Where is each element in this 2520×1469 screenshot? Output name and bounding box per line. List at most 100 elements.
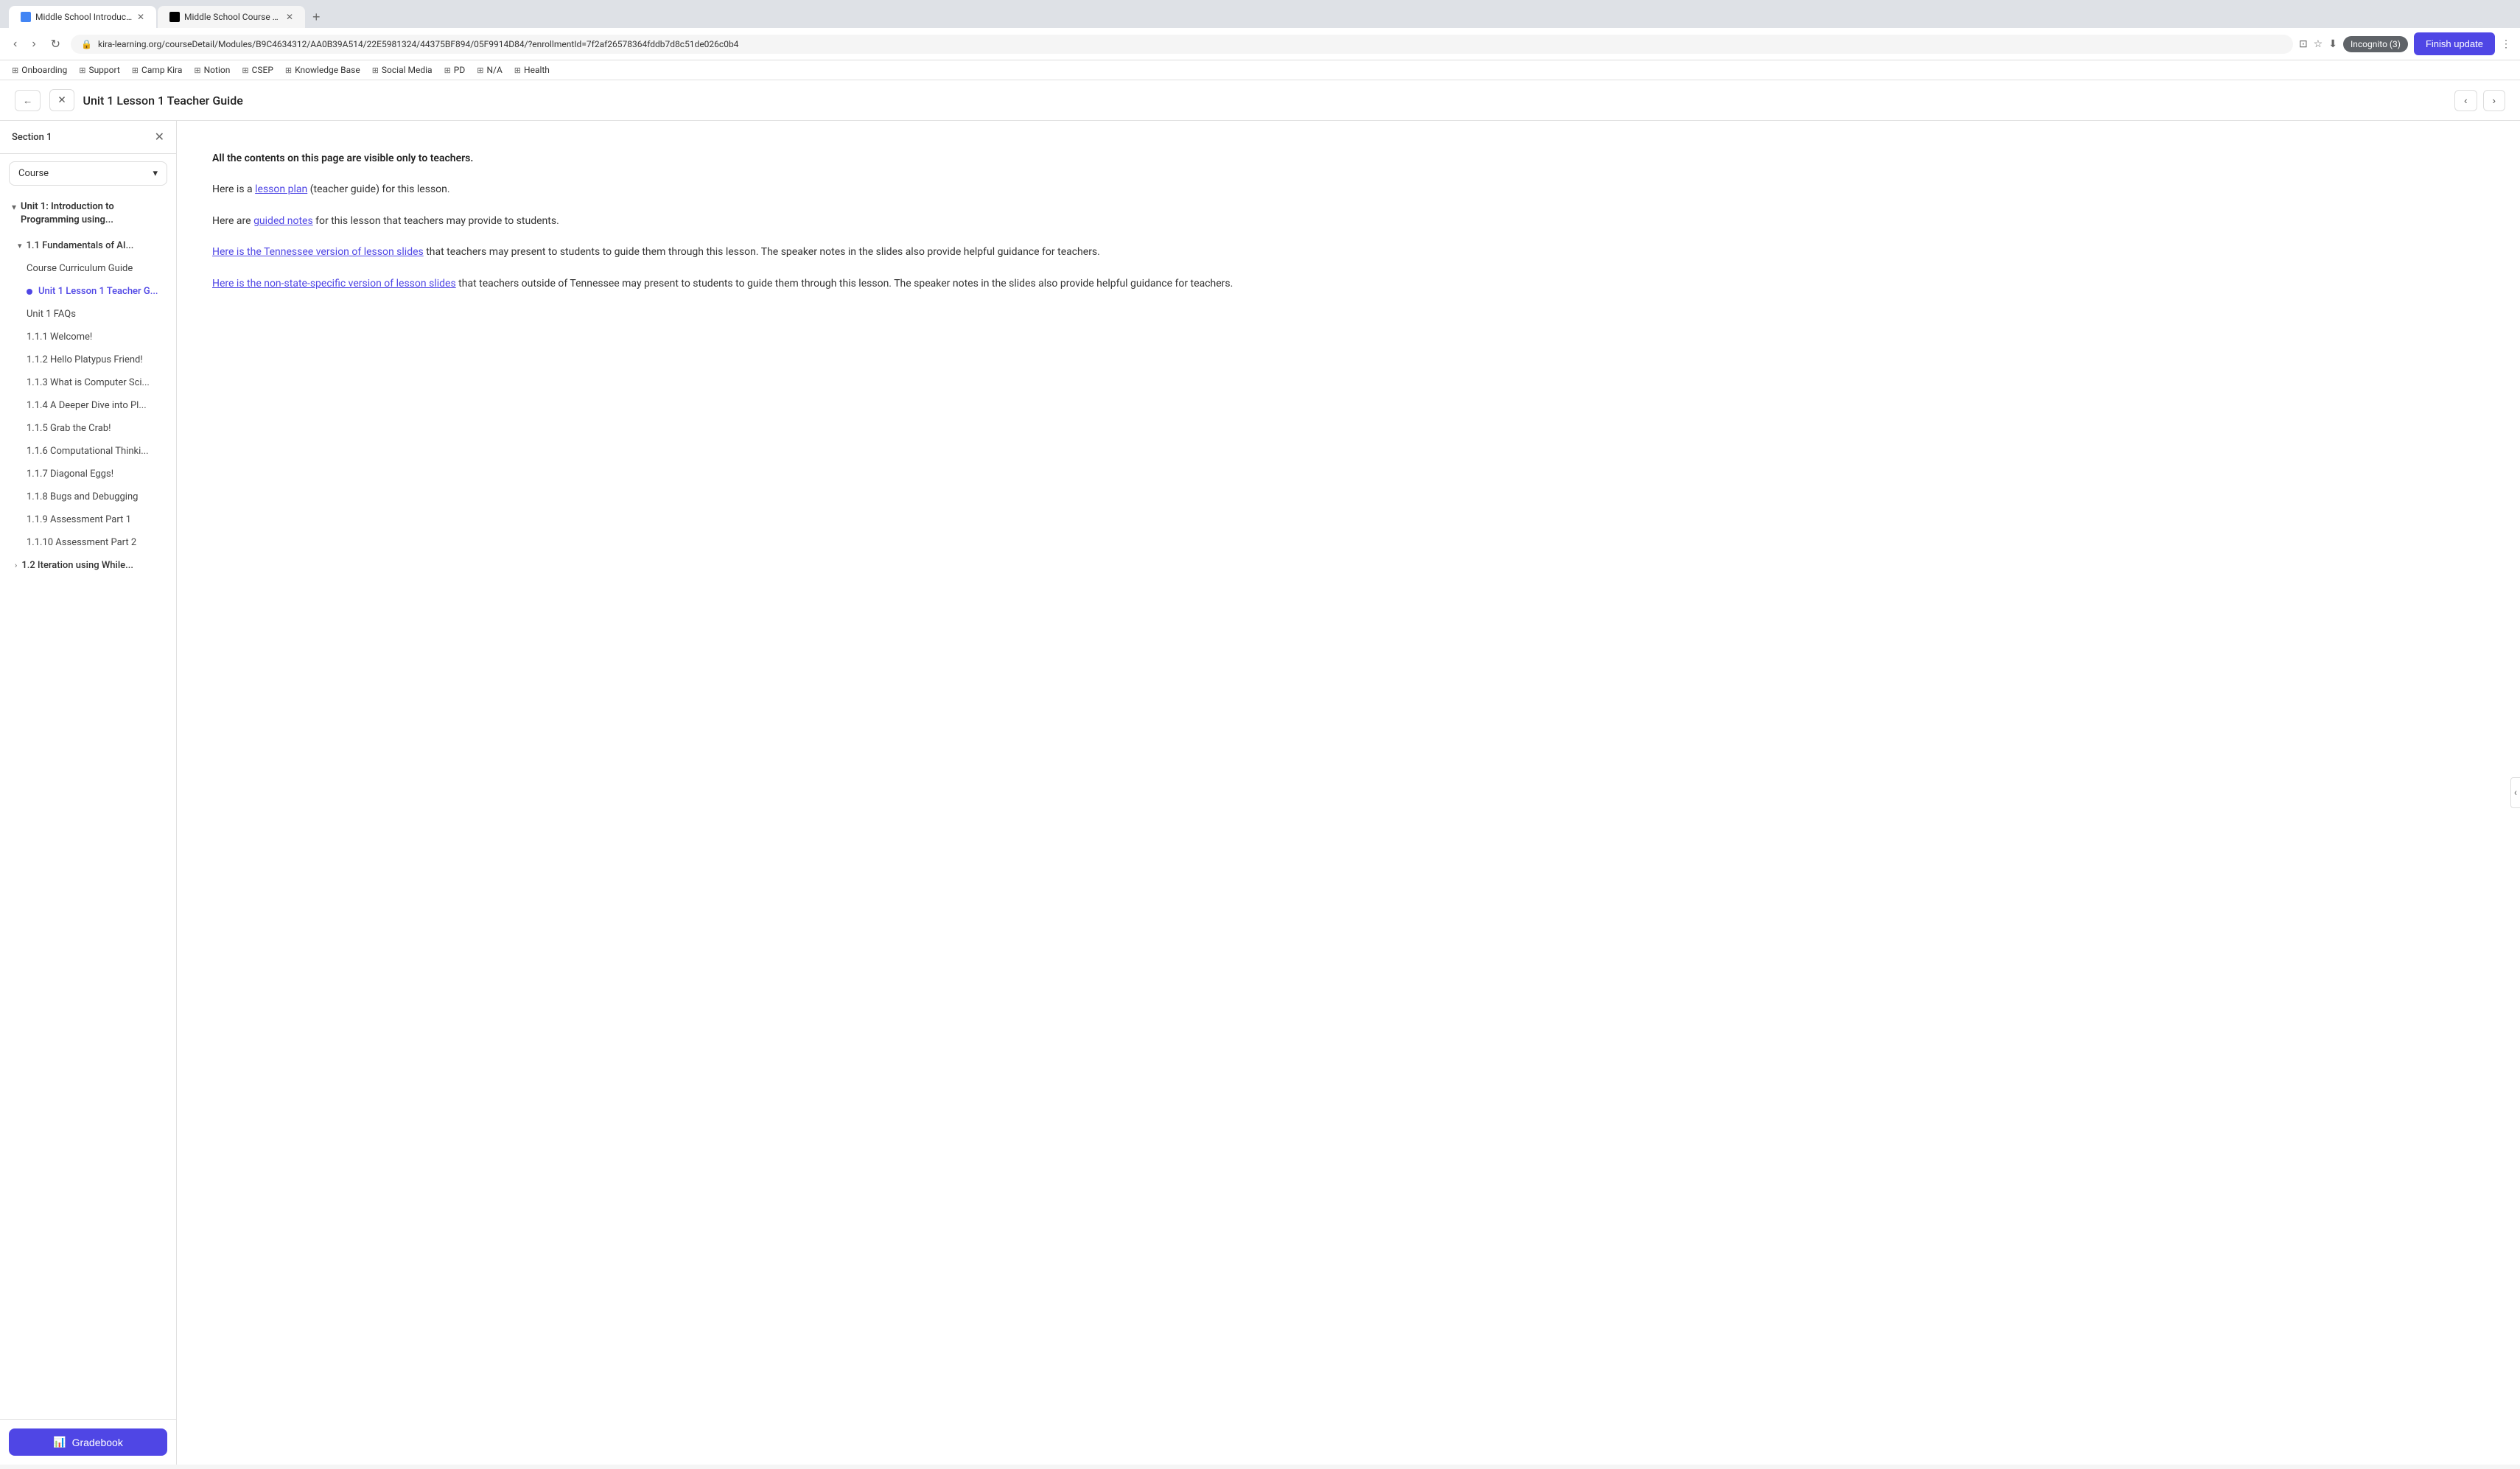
bookmark-icon-knowledge-base: ⊞ bbox=[285, 66, 292, 75]
gradebook-label: Gradebook bbox=[72, 1437, 123, 1448]
toolbar-left: ← ✕ Unit 1 Lesson 1 Teacher Guide bbox=[15, 89, 243, 111]
bookmark-support[interactable]: ⊞ Support bbox=[79, 65, 120, 75]
nav-item-1-1-10[interactable]: 1.1.10 Assessment Part 2 bbox=[0, 531, 176, 554]
nav-item-faqs[interactable]: Unit 1 FAQs bbox=[0, 303, 176, 326]
nav-item-1-1-6[interactable]: 1.1.6 Computational Thinki... bbox=[0, 440, 176, 463]
forward-button[interactable]: › bbox=[27, 36, 40, 52]
content-area: All the contents on this page are visibl… bbox=[177, 121, 2520, 1465]
nav-item-1-1-8[interactable]: 1.1.8 Bugs and Debugging bbox=[0, 485, 176, 508]
url-bar[interactable]: 🔒 kira-learning.org/courseDetail/Modules… bbox=[71, 35, 2293, 54]
nav-item-1-1-5[interactable]: 1.1.5 Grab the Crab! bbox=[0, 417, 176, 440]
bookmark-knowledge-base[interactable]: ⊞ Knowledge Base bbox=[285, 65, 360, 75]
new-tab-button[interactable]: + bbox=[307, 7, 326, 28]
nav-item-1-1-10-label: 1.1.10 Assessment Part 2 bbox=[27, 537, 136, 548]
nav-item-1-1-7-label: 1.1.7 Diagonal Eggs! bbox=[27, 469, 113, 480]
bookmark-label-social-media: Social Media bbox=[382, 65, 433, 75]
non-state-slides-link[interactable]: Here is the non-state-specific version o… bbox=[212, 278, 456, 290]
nav-item-1-1-5-label: 1.1.5 Grab the Crab! bbox=[27, 423, 111, 434]
guided-notes-link[interactable]: guided notes bbox=[253, 215, 313, 227]
nav-item-1-1-6-label: 1.1.6 Computational Thinki... bbox=[27, 446, 149, 457]
more-menu-icon[interactable]: ⋮ bbox=[2501, 38, 2511, 50]
nav-item-1-1-2-label: 1.1.2 Hello Platypus Friend! bbox=[27, 354, 143, 365]
bookmark-onboarding[interactable]: ⊞ Onboarding bbox=[12, 65, 67, 75]
gradebook-icon: 📊 bbox=[53, 1436, 66, 1448]
bookmark-label-camp-kira: Camp Kira bbox=[141, 65, 182, 75]
nav-item-teacher-guide[interactable]: Unit 1 Lesson 1 Teacher G... bbox=[0, 280, 176, 303]
bookmark-social-media[interactable]: ⊞ Social Media bbox=[372, 65, 433, 75]
lesson-plan-link[interactable]: lesson plan bbox=[255, 183, 307, 195]
nav-item-curriculum[interactable]: Course Curriculum Guide bbox=[0, 257, 176, 280]
close-nav-button[interactable]: ✕ bbox=[49, 89, 74, 111]
teacher-notice: All the contents on this page are visibl… bbox=[212, 152, 473, 164]
bookmark-icon-na: ⊞ bbox=[477, 66, 483, 75]
subunit-1-2-header[interactable]: › 1.2 Iteration using While... bbox=[0, 554, 176, 577]
course-dropdown[interactable]: Course ▾ bbox=[9, 161, 167, 186]
back-nav-button[interactable]: ← bbox=[15, 90, 41, 111]
bookmark-label-csep: CSEP bbox=[252, 65, 273, 75]
sidebar: Section 1 ✕ Course ▾ ▾ Unit 1: Introduct… bbox=[0, 121, 177, 1465]
bookmark-icon-camp-kira: ⊞ bbox=[132, 66, 139, 75]
bookmark-camp-kira[interactable]: ⊞ Camp Kira bbox=[132, 65, 183, 75]
refresh-button[interactable]: ↻ bbox=[46, 35, 65, 53]
nav-item-1-1-8-label: 1.1.8 Bugs and Debugging bbox=[27, 491, 138, 502]
next-page-button[interactable]: › bbox=[2483, 90, 2505, 111]
bookmark-notion[interactable]: ⊞ Notion bbox=[194, 65, 230, 75]
paragraph-1-suffix: (teacher guide) for this lesson. bbox=[307, 183, 449, 195]
collapse-sidebar-tab[interactable]: ‹ bbox=[2510, 777, 2520, 808]
tennessee-slides-link[interactable]: Here is the Tennessee version of lesson … bbox=[212, 246, 424, 258]
screen-cast-icon[interactable]: ⊡ bbox=[2299, 38, 2308, 50]
tab-bar: Middle School Introduction t... ✕ Middle… bbox=[9, 6, 2511, 28]
paragraph-4: Here is the non-state-specific version o… bbox=[212, 276, 2485, 292]
bookmark-icon-support: ⊞ bbox=[79, 66, 85, 75]
page-title: Unit 1 Lesson 1 Teacher Guide bbox=[83, 94, 243, 108]
nav-item-1-1-3[interactable]: 1.1.3 What is Computer Sci... bbox=[0, 371, 176, 394]
paragraph-1-prefix: Here is a bbox=[212, 183, 255, 195]
unit1-header[interactable]: ▾ Unit 1: Introduction to Programming us… bbox=[0, 193, 176, 234]
bookmark-csep[interactable]: ⊞ CSEP bbox=[242, 65, 273, 75]
paragraph-4-suffix: that teachers outside of Tennessee may p… bbox=[456, 278, 1233, 290]
gradebook-button[interactable]: 📊 Gradebook bbox=[9, 1428, 167, 1456]
bookmark-na[interactable]: ⊞ N/A bbox=[477, 65, 503, 75]
tab-1-close[interactable]: ✕ bbox=[137, 12, 144, 22]
bookmark-icon-social-media: ⊞ bbox=[372, 66, 379, 75]
nav-item-1-1-9[interactable]: 1.1.9 Assessment Part 1 bbox=[0, 508, 176, 531]
incognito-badge: Incognito (3) bbox=[2343, 36, 2408, 52]
bookmark-icon-csep: ⊞ bbox=[242, 66, 248, 75]
active-indicator bbox=[27, 289, 32, 295]
nav-item-faqs-label: Unit 1 FAQs bbox=[27, 309, 76, 320]
paragraph-3-suffix: that teachers may present to students to… bbox=[424, 246, 1100, 258]
bookmark-icon-pd: ⊞ bbox=[444, 66, 451, 75]
sidebar-close-button[interactable]: ✕ bbox=[155, 130, 164, 144]
finish-update-button[interactable]: Finish update bbox=[2414, 32, 2495, 55]
bookmark-label-notion: Notion bbox=[204, 65, 231, 75]
prev-page-button[interactable]: ‹ bbox=[2454, 90, 2477, 111]
paragraph-2-prefix: Here are bbox=[212, 215, 253, 227]
star-icon[interactable]: ☆ bbox=[2314, 38, 2323, 50]
nav-item-1-1-4[interactable]: 1.1.4 A Deeper Dive into Pl... bbox=[0, 394, 176, 417]
paragraph-1: Here is a lesson plan (teacher guide) fo… bbox=[212, 181, 2485, 197]
bookmark-pd[interactable]: ⊞ PD bbox=[444, 65, 466, 75]
browser-chrome: Middle School Introduction t... ✕ Middle… bbox=[0, 0, 2520, 28]
nav-item-1-1-2[interactable]: 1.1.2 Hello Platypus Friend! bbox=[0, 348, 176, 371]
subunit-1-2-title: 1.2 Iteration using While... bbox=[21, 560, 133, 571]
top-toolbar: ← ✕ Unit 1 Lesson 1 Teacher Guide ‹ › bbox=[0, 80, 2520, 121]
back-button[interactable]: ‹ bbox=[9, 36, 21, 52]
download-icon[interactable]: ⬇ bbox=[2328, 38, 2337, 50]
sidebar-nav: ▾ Unit 1: Introduction to Programming us… bbox=[0, 193, 176, 1419]
nav-item-1-1-1[interactable]: 1.1.1 Welcome! bbox=[0, 326, 176, 348]
subunit-1-1-title: 1.1 Fundamentals of AI... bbox=[27, 240, 134, 251]
main-layout: Section 1 ✕ Course ▾ ▾ Unit 1: Introduct… bbox=[0, 121, 2520, 1465]
bookmark-icon-notion: ⊞ bbox=[194, 66, 200, 75]
sidebar-header: Section 1 ✕ bbox=[0, 121, 176, 154]
tab-1[interactable]: Middle School Introduction t... ✕ bbox=[9, 6, 156, 28]
bookmark-health[interactable]: ⊞ Health bbox=[514, 65, 550, 75]
address-bar: ‹ › ↻ 🔒 kira-learning.org/courseDetail/M… bbox=[0, 28, 2520, 60]
bookmark-label-knowledge-base: Knowledge Base bbox=[295, 65, 360, 75]
nav-item-1-1-7[interactable]: 1.1.7 Diagonal Eggs! bbox=[0, 463, 176, 485]
bookmark-label-na: N/A bbox=[486, 65, 502, 75]
paragraph-3: Here is the Tennessee version of lesson … bbox=[212, 244, 2485, 260]
tab-2[interactable]: Middle School Course Curric... ✕ bbox=[158, 6, 305, 28]
subunit-1-1-header[interactable]: ▾ 1.1 Fundamentals of AI... bbox=[0, 234, 176, 257]
tab-2-close[interactable]: ✕ bbox=[286, 12, 293, 22]
bookmark-label-health: Health bbox=[524, 65, 550, 75]
